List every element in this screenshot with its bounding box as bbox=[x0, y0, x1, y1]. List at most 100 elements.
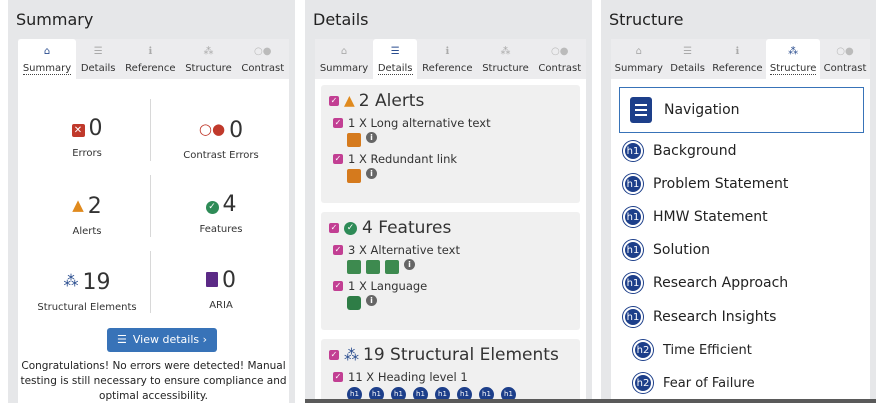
info-icon[interactable]: i bbox=[404, 258, 415, 270]
item-checkbox[interactable]: ✓ bbox=[333, 281, 343, 291]
feature-item-label: 3 X Alternative text bbox=[348, 243, 460, 257]
h1-badge-icon: h1 bbox=[623, 141, 643, 161]
panel-title: Details bbox=[313, 10, 369, 29]
congrats-message: Congratulations! No errors were detected… bbox=[20, 360, 287, 402]
heading-text: HMW Statement bbox=[653, 209, 768, 225]
alt-text-feature-icon[interactable] bbox=[347, 260, 361, 274]
horizontal-scrollbar[interactable] bbox=[305, 399, 876, 403]
warning-icon: ▲ bbox=[344, 93, 355, 109]
tab-label: Contrast bbox=[538, 63, 582, 74]
tab-contrast[interactable]: ○● Contrast bbox=[534, 39, 586, 79]
navigation-landmark[interactable]: Navigation bbox=[619, 87, 864, 133]
features-group: ✓ ✓ 4 Features ✓ 3 X Alternative text i … bbox=[321, 212, 580, 330]
heading-item[interactable]: h2 Time Efficient bbox=[633, 340, 752, 360]
info-icon: ℹ bbox=[148, 46, 153, 57]
tab-reference[interactable]: ℹ Reference bbox=[120, 39, 180, 79]
tab-label: Summary bbox=[22, 63, 72, 75]
navigation-label: Navigation bbox=[664, 102, 740, 118]
tab-reference[interactable]: ℹ Reference bbox=[417, 39, 477, 79]
check-circle-icon: ✓ bbox=[205, 201, 219, 214]
sitemap-icon: ⁂ bbox=[344, 346, 359, 364]
sitemap-icon: ⁂ bbox=[788, 46, 799, 57]
tab-structure[interactable]: ⁂ Structure bbox=[180, 39, 236, 79]
item-checkbox[interactable]: ✓ bbox=[333, 245, 343, 255]
tab-details[interactable]: ☰ Details bbox=[667, 39, 709, 79]
heading-text: Research Approach bbox=[653, 275, 789, 291]
structural-stat: ⁂ 19 Structural Elements bbox=[22, 268, 152, 313]
language-globe-icon[interactable] bbox=[347, 296, 361, 310]
check-circle-icon: ✓ bbox=[344, 221, 357, 235]
features-checkbox[interactable]: ✓ bbox=[329, 223, 339, 233]
view-details-label: View details › bbox=[132, 333, 208, 346]
structural-count: 19 bbox=[82, 270, 111, 295]
home-icon: ⌂ bbox=[340, 46, 348, 57]
heading-item[interactable]: h1 Research Insights bbox=[623, 307, 776, 327]
heading-text: Fear of Failure bbox=[663, 375, 755, 391]
tab-label: Summary bbox=[614, 63, 663, 74]
h1-badge-icon: h1 bbox=[623, 273, 643, 293]
alert-item-label: 1 X Redundant link bbox=[348, 152, 458, 166]
tab-details[interactable]: ☰ Details bbox=[373, 39, 418, 79]
tab-details[interactable]: ☰ Details bbox=[76, 39, 120, 79]
tab-bar: ⌂ Summary ☰ Details ℹ Reference ⁂ Struct… bbox=[18, 39, 289, 79]
item-checkbox[interactable]: ✓ bbox=[333, 154, 343, 164]
heading-item[interactable]: h1 HMW Statement bbox=[623, 207, 768, 227]
tab-structure[interactable]: ⁂ Structure bbox=[766, 39, 821, 79]
tab-label: Structure bbox=[769, 63, 817, 75]
heading-item[interactable]: h1 Problem Statement bbox=[623, 174, 788, 194]
aria-label: ARIA bbox=[209, 300, 233, 311]
sitemap-icon: ⁂ bbox=[203, 46, 214, 57]
alerts-count: 2 bbox=[87, 194, 102, 219]
info-icon: ℹ bbox=[445, 46, 450, 57]
heading-text: Background bbox=[653, 143, 737, 159]
aria-stat: 0 ARIA bbox=[156, 268, 286, 311]
contrast-icon: ○● bbox=[254, 46, 272, 57]
heading-item[interactable]: h1 Background bbox=[623, 141, 737, 161]
view-details-button[interactable]: ☰ View details › bbox=[107, 328, 217, 352]
tab-bar: ⌂ Summary ☰ Details ℹ Reference ⁂ Struct… bbox=[611, 39, 870, 79]
redundant-link-alert-icon[interactable] bbox=[347, 169, 361, 183]
alt-text-feature-icon[interactable] bbox=[385, 260, 399, 274]
list-icon: ☰ bbox=[93, 46, 103, 57]
tab-summary[interactable]: ⌂ Summary bbox=[18, 39, 76, 79]
structural-item-label: 11 X Heading level 1 bbox=[348, 370, 468, 384]
tab-summary[interactable]: ⌂ Summary bbox=[611, 39, 667, 79]
summary-panel: Summary ⌂ Summary ☰ Details ℹ Reference … bbox=[8, 0, 295, 403]
structural-checkbox[interactable]: ✓ bbox=[329, 350, 339, 360]
tab-reference[interactable]: ℹ Reference bbox=[709, 39, 767, 79]
errors-stat: ✕ 0 Errors bbox=[22, 116, 152, 159]
list-icon: ☰ bbox=[683, 46, 693, 57]
details-content: ✓ ▲ 2 Alerts ✓ 1 X Long alternative text… bbox=[315, 79, 586, 403]
tab-summary[interactable]: ⌂ Summary bbox=[315, 39, 373, 79]
tab-structure[interactable]: ⁂ Structure bbox=[477, 39, 533, 79]
alt-text-feature-icon[interactable] bbox=[366, 260, 380, 274]
contrast-count: 0 bbox=[229, 118, 244, 143]
info-icon: ℹ bbox=[735, 46, 740, 57]
tab-label: Details bbox=[377, 63, 413, 75]
alerts-heading: 2 Alerts bbox=[358, 91, 425, 111]
features-heading: 4 Features bbox=[362, 218, 452, 238]
item-checkbox[interactable]: ✓ bbox=[333, 118, 343, 128]
tab-label: Details bbox=[670, 63, 705, 74]
feature-item-label: 1 X Language bbox=[348, 279, 428, 293]
info-icon[interactable]: i bbox=[366, 167, 377, 179]
alerts-checkbox[interactable]: ✓ bbox=[329, 96, 339, 106]
h1-badge-icon: h1 bbox=[623, 207, 643, 227]
warning-icon: ▲ bbox=[72, 196, 84, 214]
tab-contrast[interactable]: ○● Contrast bbox=[820, 39, 870, 79]
long-alt-alert-icon[interactable] bbox=[347, 133, 361, 147]
tab-contrast[interactable]: ○● Contrast bbox=[237, 39, 289, 79]
tab-label: Details bbox=[80, 63, 116, 74]
heading-text: Problem Statement bbox=[653, 176, 789, 192]
list-icon: ☰ bbox=[390, 46, 400, 57]
heading-item[interactable]: h1 Solution bbox=[623, 240, 710, 260]
heading-item[interactable]: h1 Research Approach bbox=[623, 273, 788, 293]
tab-bar: ⌂ Summary ☰ Details ℹ Reference ⁂ Struct… bbox=[315, 39, 586, 79]
item-checkbox[interactable]: ✓ bbox=[333, 372, 343, 382]
heading-item[interactable]: h2 Fear of Failure bbox=[633, 373, 755, 393]
info-icon[interactable]: i bbox=[366, 131, 377, 143]
info-icon[interactable]: i bbox=[366, 294, 377, 306]
contrast-icon: ○● bbox=[551, 46, 569, 57]
panel-title: Structure bbox=[609, 10, 684, 29]
structure-content: Navigation h1 Background h1 Problem Stat… bbox=[611, 79, 870, 403]
